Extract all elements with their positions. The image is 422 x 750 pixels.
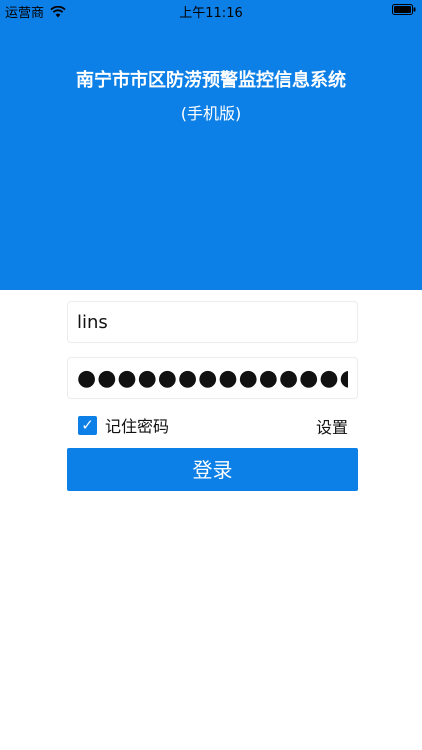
username-input[interactable] (68, 302, 357, 342)
remember-password[interactable]: ✓ 记住密码 (78, 413, 169, 437)
status-time: 上午11:16 (179, 6, 243, 21)
header-banner: 南宁市市区防涝预警监控信息系统 (手机版) (0, 20, 422, 290)
password-field-wrapper (67, 357, 358, 399)
status-bar: 运营商 上午11:16 (0, 0, 422, 21)
settings-link[interactable]: 设置 (316, 414, 348, 438)
battery-icon (392, 4, 416, 15)
login-button[interactable]: 登录 (67, 448, 358, 491)
password-input[interactable] (68, 358, 357, 398)
app-subtitle: (手机版) (180, 104, 242, 123)
remember-label: 记住密码 (105, 417, 170, 436)
username-field-wrapper (67, 301, 358, 343)
app-title: 南宁市市区防涝预警监控信息系统 (76, 70, 346, 91)
remember-checkbox[interactable]: ✓ (78, 415, 97, 435)
checkmark-icon: ✓ (81, 415, 94, 434)
